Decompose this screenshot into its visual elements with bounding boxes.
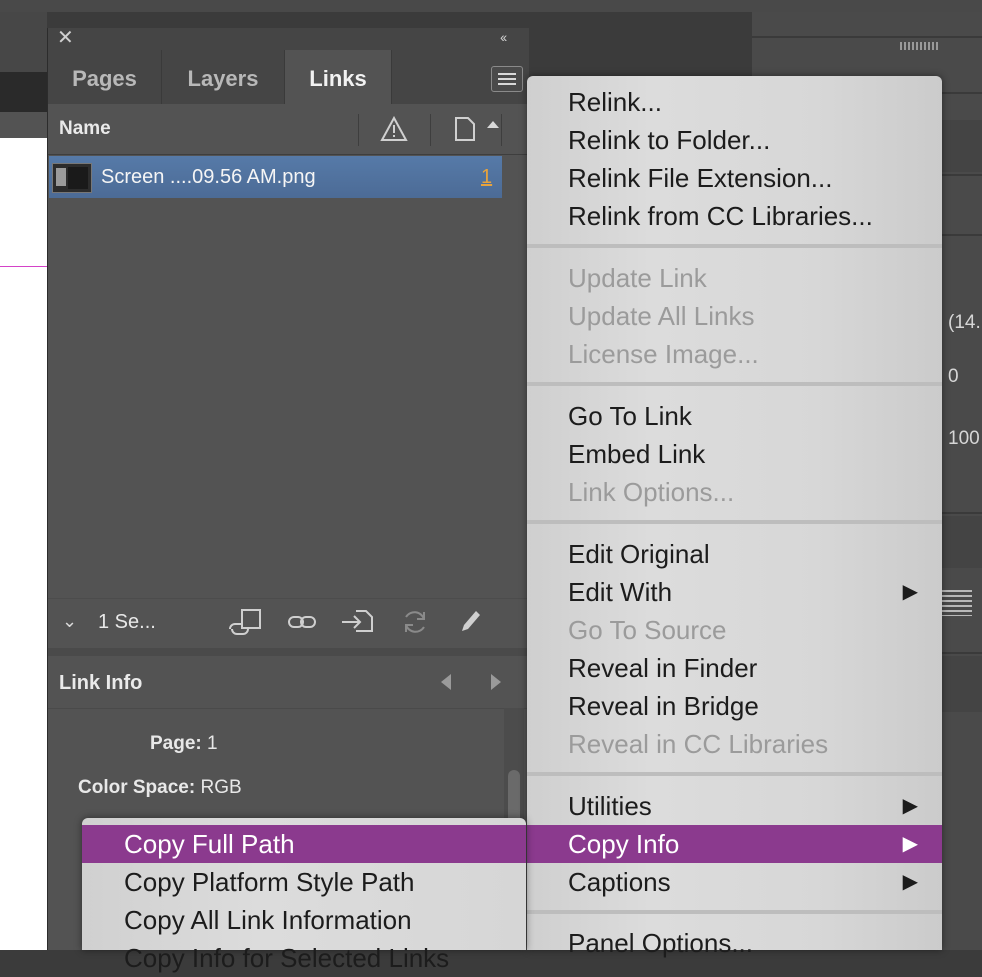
submenu-arrow-icon: ▶ <box>902 871 918 893</box>
link-thumbnail <box>52 163 92 193</box>
relink-icon[interactable] <box>286 607 318 637</box>
menu-panel-options[interactable]: Panel Options... <box>527 924 942 962</box>
selection-count: 1 Se... <box>98 611 156 633</box>
submenu-arrow-icon: ▶ <box>902 795 918 817</box>
link-row[interactable]: Screen ....09.56 AM.png 1 <box>49 156 502 198</box>
page-icon[interactable] <box>454 116 476 142</box>
warning-icon[interactable] <box>380 116 408 142</box>
menu-separator <box>527 772 942 776</box>
panel-header: ✕ ‹‹ <box>48 27 529 50</box>
tab-links[interactable]: Links <box>285 50 392 104</box>
menu-separator <box>527 382 942 386</box>
menu-captions[interactable]: Captions ▶ <box>527 863 942 901</box>
section-divider[interactable] <box>48 648 529 656</box>
previous-link-icon[interactable] <box>441 674 451 690</box>
copy-info-submenu: Copy Full Path Copy Platform Style Path … <box>82 818 526 973</box>
info-page: Page: 1 <box>150 733 218 754</box>
menu-reveal-in-finder[interactable]: Reveal in Finder <box>527 649 942 687</box>
menu-license-image: License Image... <box>568 339 759 369</box>
submenu-arrow-icon: ▶ <box>902 833 918 855</box>
menu-update-link: Update Link <box>568 263 707 293</box>
menu-relink-from-cc[interactable]: Relink from CC Libraries... <box>527 197 942 235</box>
collapse-icon[interactable]: ‹‹ <box>500 29 507 45</box>
menu-separator <box>527 520 942 524</box>
menu-copy-info[interactable]: Copy Info ▶ <box>527 825 942 863</box>
links-toolbar: ⌄ 1 Se... <box>48 598 529 647</box>
sort-ascending-icon[interactable] <box>487 121 499 128</box>
menu-embed-link[interactable]: Embed Link <box>527 435 942 473</box>
menu-link-options: Link Options... <box>568 477 735 507</box>
edit-original-icon[interactable] <box>458 607 484 637</box>
links-column-header: Name <box>48 104 529 155</box>
menu-update-all-links: Update All Links <box>568 301 755 331</box>
tab-layers[interactable]: Layers <box>162 50 285 104</box>
prop-value-2[interactable]: 0 <box>948 366 959 388</box>
relink-cc-icon[interactable] <box>226 607 264 637</box>
prop-value-3[interactable]: 100 <box>948 428 980 450</box>
link-page-number[interactable]: 1 <box>481 166 492 189</box>
menu-relink-to-folder[interactable]: Relink to Folder... <box>527 121 942 159</box>
links-context-menu: Relink... Relink to Folder... Relink Fil… <box>527 76 942 958</box>
panel-menu-icon[interactable] <box>491 66 523 92</box>
menu-reveal-in-cc-libraries: Reveal in CC Libraries <box>568 729 829 759</box>
prop-value-1[interactable]: (14. <box>948 312 981 334</box>
app-title-strip <box>0 0 982 12</box>
goto-link-icon[interactable] <box>340 607 376 637</box>
menu-reveal-in-bridge[interactable]: Reveal in Bridge <box>527 687 942 725</box>
info-color-space: Color Space: RGB <box>78 777 242 798</box>
link-name: Screen ....09.56 AM.png <box>101 166 316 188</box>
chevron-down-icon[interactable]: ⌄ <box>62 611 77 632</box>
menu-relink-file-extension[interactable]: Relink File Extension... <box>527 159 942 197</box>
align-lines-icon[interactable] <box>942 590 972 616</box>
menu-separator <box>527 910 942 914</box>
submenu-copy-platform-style-path[interactable]: Copy Platform Style Path <box>82 863 526 901</box>
menu-go-to-source: Go To Source <box>568 615 727 645</box>
panel-grip[interactable] <box>900 42 938 50</box>
panel-tabs: Pages Layers Links <box>48 50 529 104</box>
link-info-header: Link Info <box>48 656 529 709</box>
links-panel: ✕ ‹‹ Pages Layers Links Name Screen ....… <box>47 27 529 950</box>
menu-go-to-link[interactable]: Go To Link <box>527 397 942 435</box>
menu-separator <box>527 244 942 248</box>
submenu-arrow-icon: ▶ <box>902 581 918 603</box>
submenu-copy-full-path[interactable]: Copy Full Path <box>82 825 526 863</box>
menu-utilities[interactable]: Utilities ▶ <box>527 787 942 825</box>
column-name[interactable]: Name <box>59 118 111 140</box>
tab-pages[interactable]: Pages <box>48 50 162 104</box>
menu-relink[interactable]: Relink... <box>527 83 942 121</box>
next-link-icon[interactable] <box>491 674 501 690</box>
document-page[interactable] <box>0 138 47 950</box>
update-link-icon[interactable] <box>400 607 430 637</box>
menu-edit-with[interactable]: Edit With ▶ <box>527 573 942 611</box>
close-icon[interactable]: ✕ <box>57 27 74 49</box>
link-info-title: Link Info <box>59 672 143 694</box>
margin-guide <box>0 266 47 267</box>
menu-edit-original[interactable]: Edit Original <box>527 535 942 573</box>
submenu-copy-info-selected-links[interactable]: Copy Info for Selected Links <box>82 939 526 977</box>
submenu-copy-all-link-information[interactable]: Copy All Link Information <box>82 901 526 939</box>
